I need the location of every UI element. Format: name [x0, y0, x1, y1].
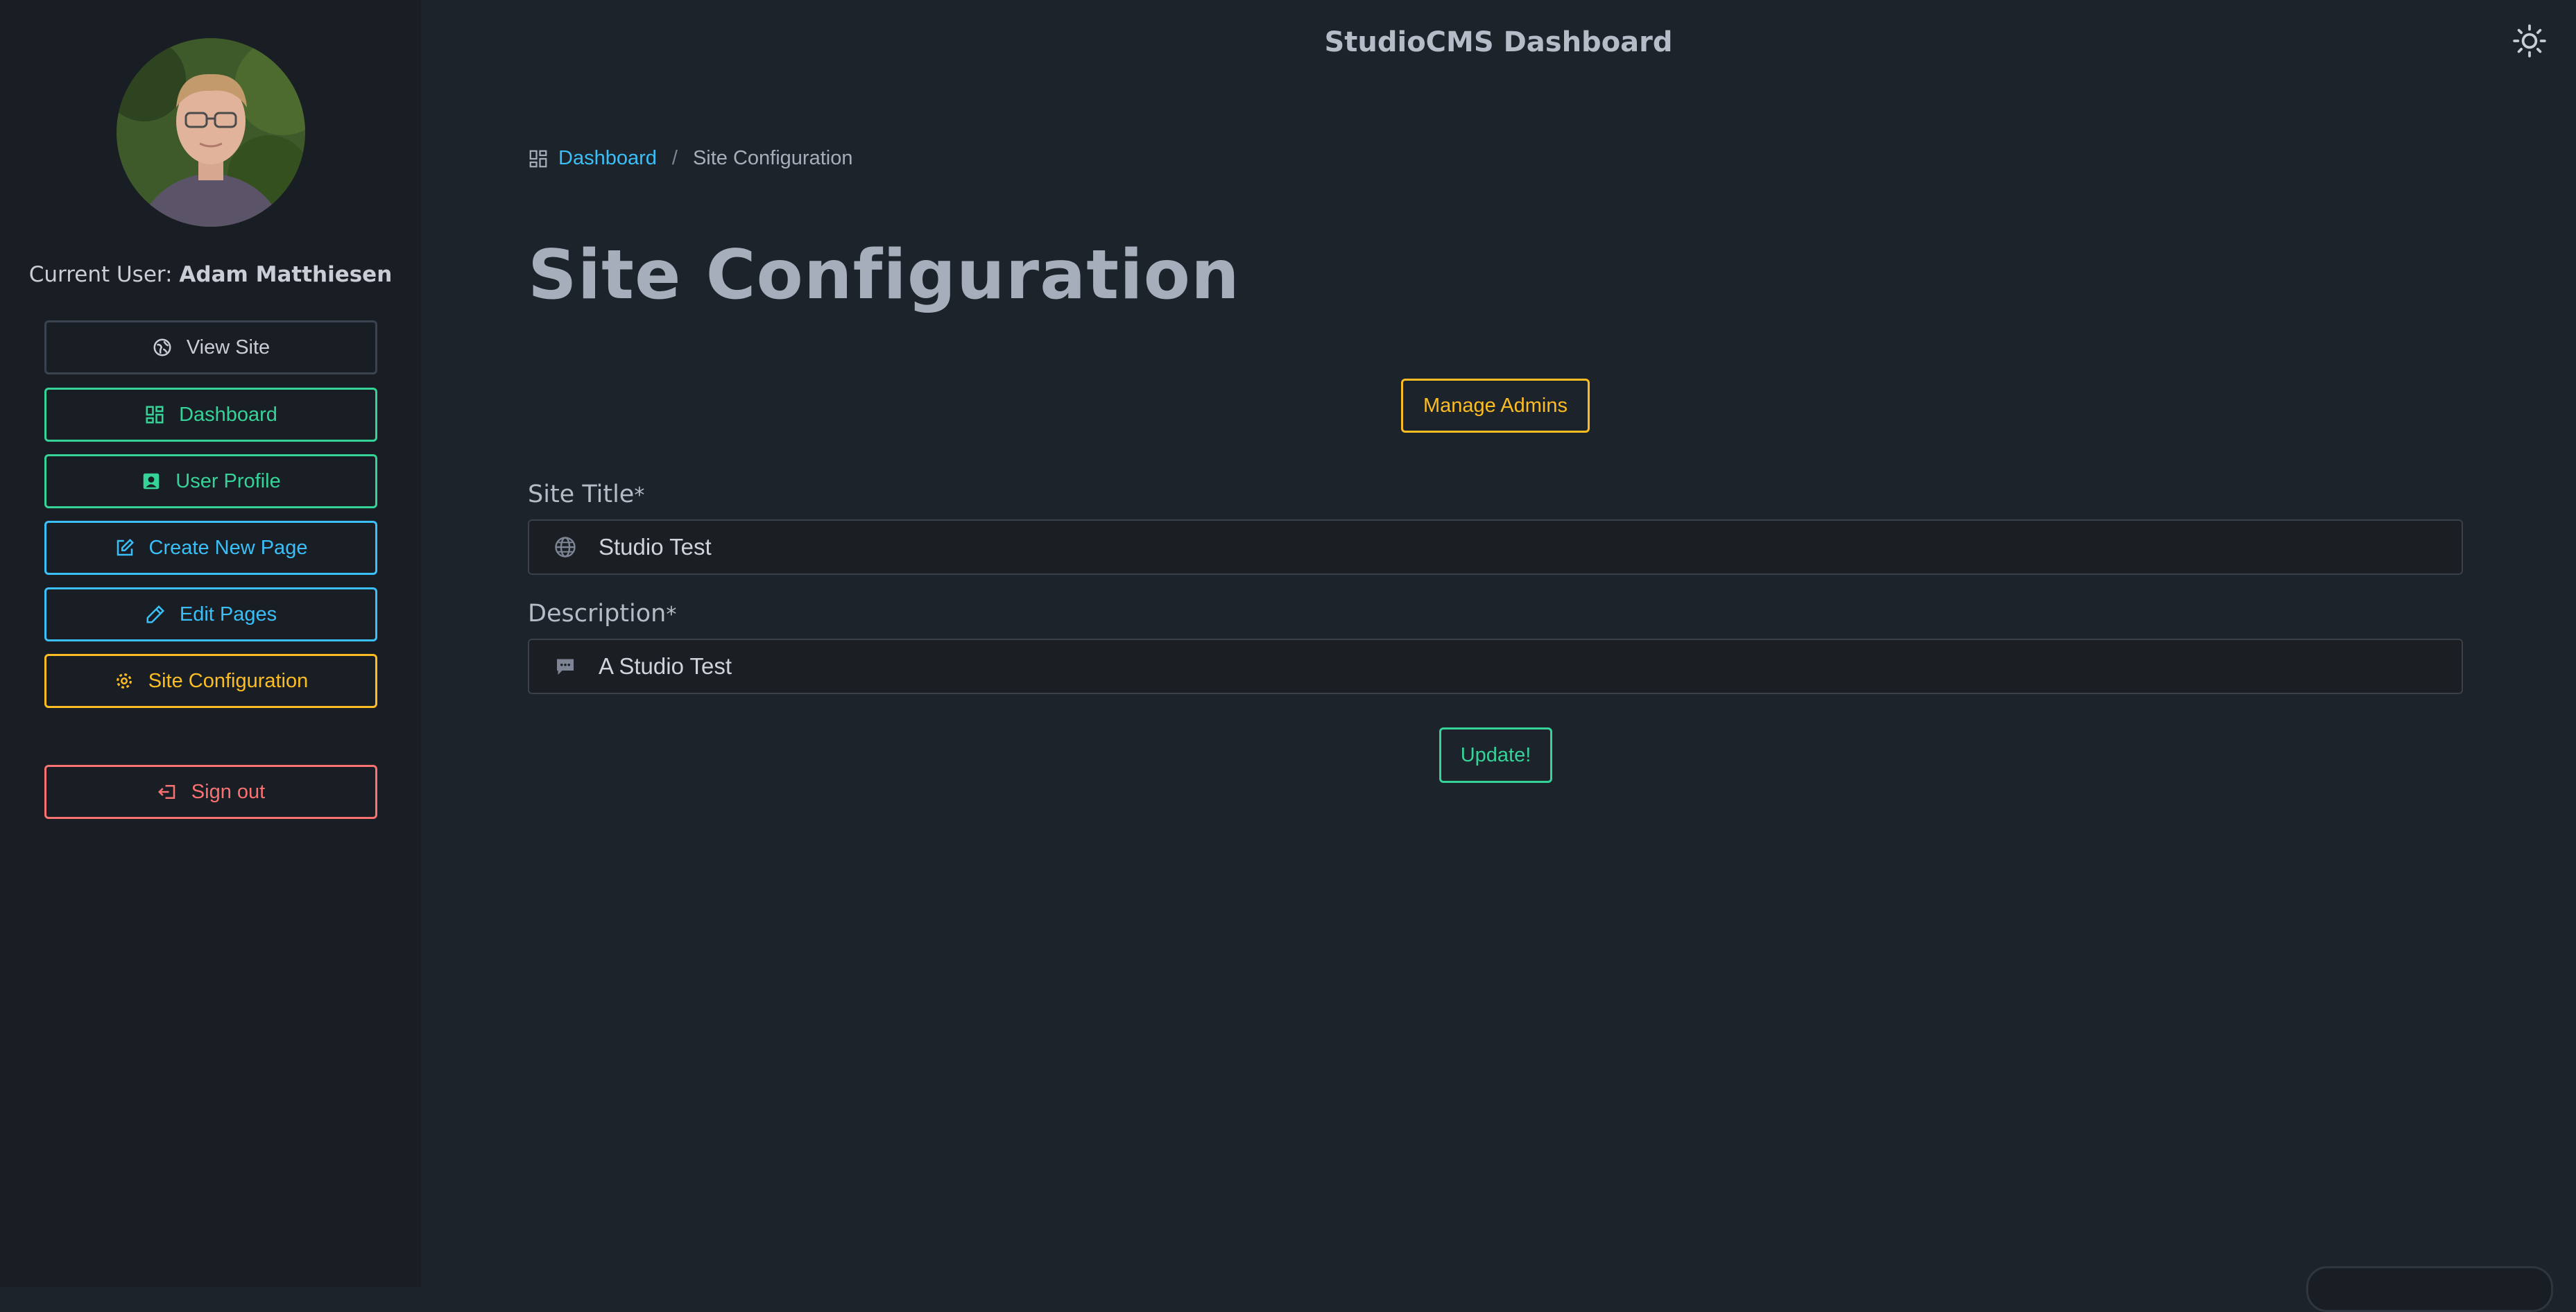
sun-icon[interactable] [2512, 24, 2547, 58]
sign-out-label: Sign out [191, 780, 266, 803]
breadcrumb-dashboard-link[interactable]: Dashboard [558, 147, 657, 170]
user-profile-button[interactable]: User Profile [44, 454, 377, 508]
site-title-label: Site Title* [528, 481, 644, 508]
breadcrumb: Dashboard / Site Configuration [528, 147, 852, 170]
description-field[interactable] [528, 639, 2463, 694]
edit-pages-button[interactable]: Edit Pages [44, 587, 377, 641]
dashboard-icon [529, 150, 547, 167]
avatar [117, 38, 305, 227]
required-mark: * [634, 483, 645, 508]
page-title: Site Configuration [528, 236, 1240, 315]
globe-icon [153, 338, 171, 356]
current-user-name: Adam Matthiesen [179, 262, 393, 287]
current-user: Current User: Adam Matthiesen [0, 262, 421, 287]
app-title: StudioCMS Dashboard [1324, 26, 1673, 58]
site-configuration-button[interactable]: Site Configuration [44, 654, 377, 708]
create-new-page-label: Create New Page [148, 536, 308, 559]
breadcrumb-separator: / [671, 147, 678, 169]
globe-icon [555, 537, 576, 558]
user-card-icon [144, 473, 160, 490]
sign-out-icon [157, 785, 175, 799]
user-profile-label: User Profile [175, 469, 281, 492]
create-new-page-button[interactable]: Create New Page [44, 521, 377, 575]
site-configuration-label: Site Configuration [148, 669, 309, 692]
sign-out-button[interactable]: Sign out [44, 765, 377, 819]
site-title-label-text: Site Title [528, 481, 635, 508]
dev-toolbar[interactable] [2306, 1266, 2553, 1312]
view-site-label: View Site [186, 336, 271, 359]
site-title-input[interactable] [599, 534, 2462, 560]
gear-icon [116, 673, 132, 689]
dashboard-button[interactable]: Dashboard [44, 388, 377, 442]
dashboard-label: Dashboard [179, 403, 277, 426]
description-input[interactable] [599, 653, 2462, 680]
site-title-field[interactable] [528, 519, 2463, 575]
chat-bubble-icon [557, 659, 574, 675]
edit-pages-label: Edit Pages [179, 603, 277, 625]
pencil-icon [146, 605, 164, 623]
avatar-image [117, 38, 305, 227]
sidebar: Current User: Adam Matthiesen View Site … [0, 0, 421, 1287]
update-button[interactable]: Update! [1439, 727, 1552, 783]
required-mark: * [666, 603, 677, 627]
description-label-text: Description [528, 600, 667, 628]
edit-square-icon [117, 538, 134, 556]
current-user-prefix: Current User: [28, 262, 173, 287]
breadcrumb-current: Site Configuration [692, 147, 853, 169]
view-site-button[interactable]: View Site [44, 320, 377, 374]
manage-admins-button[interactable]: Manage Admins [1401, 379, 1590, 433]
description-label: Description* [528, 600, 676, 628]
dashboard-icon [146, 406, 164, 424]
